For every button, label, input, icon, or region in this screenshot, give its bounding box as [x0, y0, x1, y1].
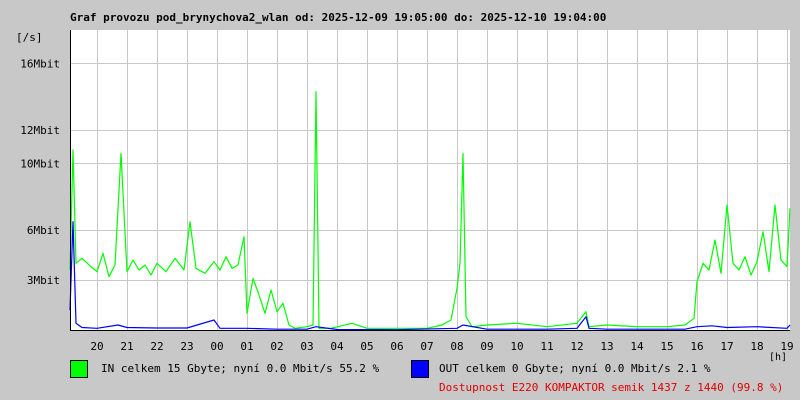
x-tick-label: 14 [630, 340, 644, 353]
x-tick-label: 23 [180, 340, 193, 353]
x-axis-unit: [h] [769, 352, 787, 363]
legend-in-text: IN celkem 15 Gbyte; nyní 0.0 Mbit/s 55.2… [101, 362, 380, 375]
x-tick-label: 17 [720, 340, 733, 353]
traffic-chart: Graf provozu pod_brynychova2_wlan od: 20… [0, 0, 800, 400]
x-tick-label: 06 [390, 340, 403, 353]
x-tick-label: 11 [540, 340, 553, 353]
x-tick-label: 03 [300, 340, 313, 353]
x-tick-label: 13 [600, 340, 613, 353]
y-axis-unit: [/s] [16, 31, 43, 44]
x-tick-label: 18 [750, 340, 763, 353]
x-tick-label: 08 [450, 340, 463, 353]
x-tick-label: 00 [210, 340, 223, 353]
x-tick-label: 12 [570, 340, 583, 353]
x-tick-label: 16 [690, 340, 703, 353]
legend-out-swatch [411, 360, 429, 378]
x-tick-label: 21 [120, 340, 133, 353]
x-tick-label: 01 [240, 340, 253, 353]
plot-area [70, 30, 790, 330]
y-tick-label: 16Mbit [20, 57, 60, 70]
chart-plot: 3Mbit 6Mbit 10Mbit 12Mbit 16Mbit 20 21 22 23 00 01… [16, 30, 794, 363]
x-tick-label: 05 [360, 340, 373, 353]
x-tick-label: 04 [330, 340, 344, 353]
x-tick-label: 20 [90, 340, 103, 353]
legend-out-text: OUT celkem 0 Gbyte; nyní 0.0 Mbit/s 2.1 … [439, 362, 711, 375]
y-tick-label: 10Mbit [20, 157, 60, 170]
y-tick-label: 6Mbit [27, 224, 60, 237]
x-tick-label: 22 [150, 340, 163, 353]
availability-text: Dostupnost E220 KOMPAKTOR semik 1437 z 1… [439, 381, 784, 394]
x-tick-label: 10 [510, 340, 523, 353]
y-tick-label: 3Mbit [27, 274, 60, 287]
x-tick-label: 07 [420, 340, 433, 353]
y-tick-label: 12Mbit [20, 124, 60, 137]
x-tick-label: 02 [270, 340, 283, 353]
x-tick-label: 09 [480, 340, 493, 353]
legend-in-swatch [70, 360, 88, 378]
x-tick-label: 15 [660, 340, 673, 353]
